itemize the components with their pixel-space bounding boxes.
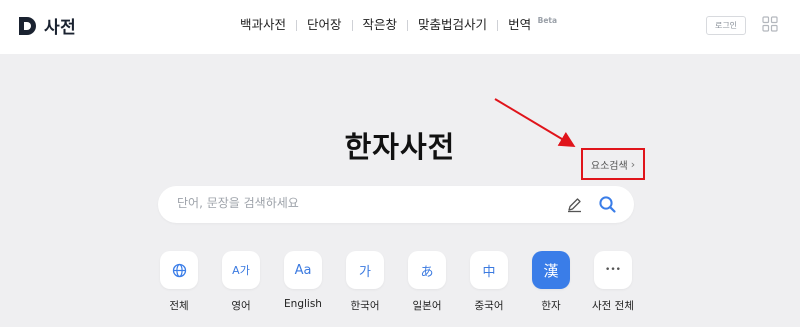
- chinese-icon[interactable]: 中: [470, 251, 508, 289]
- nav-item-encyclopedia[interactable]: 백과사전: [230, 16, 296, 34]
- element-search-button[interactable]: 요소검색 ›: [581, 148, 645, 180]
- chevron-right-icon: ›: [630, 157, 636, 171]
- category-english[interactable]: Aa English: [273, 251, 333, 310]
- main-nav: 백과사전 단어장 작은창 맞춤법검사기 번역 Beta: [230, 16, 557, 34]
- beta-badge: Beta: [537, 16, 558, 25]
- top-bar: 사전 백과사전 단어장 작은창 맞춤법검사기 번역 Beta 로그인: [0, 0, 800, 54]
- more-icon[interactable]: •••: [594, 251, 632, 289]
- korean-icon[interactable]: 가: [346, 251, 384, 289]
- category-label: English: [284, 298, 322, 310]
- category-chinese[interactable]: 中 중국어: [459, 251, 519, 313]
- category-label: 사전 전체: [592, 300, 634, 312]
- search-input[interactable]: [175, 195, 559, 211]
- element-search-label: 요소검색: [590, 160, 628, 172]
- search-box: [158, 186, 634, 223]
- category-label: 중국어: [474, 300, 504, 312]
- category-label: 일본어: [412, 300, 442, 312]
- logo[interactable]: 사전: [16, 13, 76, 38]
- japanese-icon[interactable]: あ: [408, 251, 446, 289]
- globe-icon: [172, 263, 186, 277]
- app-grid-icon[interactable]: [762, 16, 778, 32]
- category-label: 영어: [231, 300, 251, 312]
- logo-text: 사전: [44, 18, 77, 38]
- search-icon[interactable]: [598, 195, 617, 214]
- aa-icon[interactable]: Aa: [284, 251, 322, 289]
- handwriting-pen-icon[interactable]: [566, 196, 583, 213]
- category-label: 한국어: [350, 300, 380, 312]
- nav-item-mini-window[interactable]: 작은창: [353, 16, 408, 34]
- category-all-dictionaries[interactable]: ••• 사전 전체: [583, 251, 643, 313]
- d-logo-icon: [19, 16, 36, 35]
- category-hanja[interactable]: 漢 한자: [521, 251, 581, 313]
- category-all-button[interactable]: [160, 251, 198, 289]
- nav-item-spell-checker[interactable]: 맞춤법검사기: [408, 16, 497, 34]
- page-title: 한자사전: [344, 130, 456, 164]
- category-english-korean[interactable]: A가 영어: [211, 251, 271, 313]
- category-japanese[interactable]: あ 일본어: [397, 251, 457, 313]
- category-label: 한자: [541, 300, 561, 312]
- nav-item-wordbook[interactable]: 단어장: [297, 16, 352, 34]
- english-icon[interactable]: A가: [222, 251, 260, 289]
- hanja-icon[interactable]: 漢: [532, 251, 570, 289]
- category-label: 전체: [169, 300, 189, 312]
- nav-item-translate[interactable]: 번역 Beta: [498, 16, 557, 34]
- nav-item-translate-label: 번역: [508, 17, 532, 32]
- login-button[interactable]: 로그인: [706, 16, 746, 35]
- category-korean[interactable]: 가 한국어: [335, 251, 395, 313]
- category-all[interactable]: 전체: [149, 251, 209, 313]
